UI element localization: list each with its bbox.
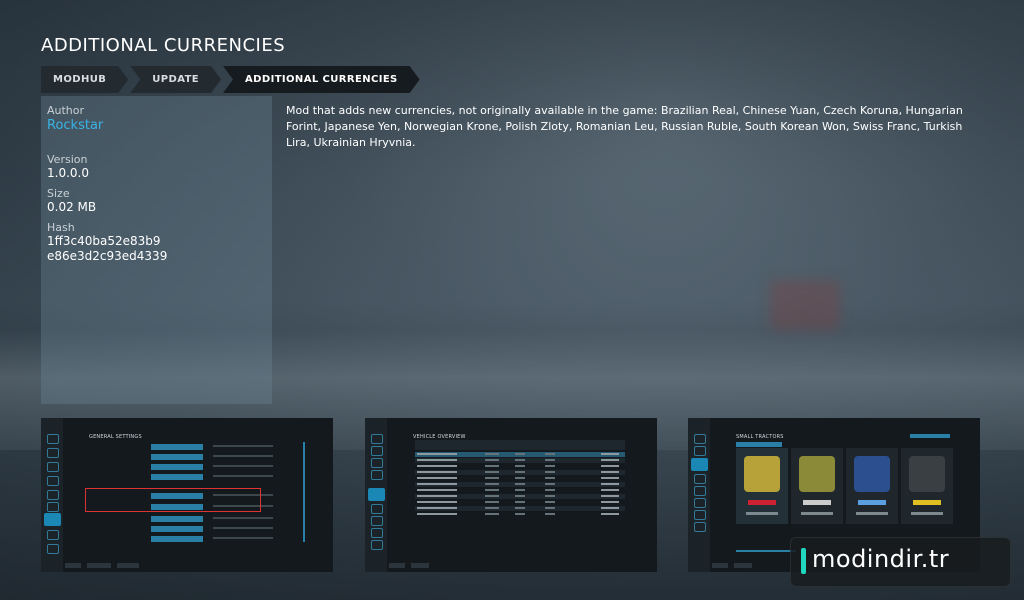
thumb-vehicle-icon [368,488,385,501]
thumb-menu-icon [47,530,59,540]
thumb-table-row [415,512,625,517]
thumb-table-row [415,500,625,505]
watermark-accent-icon [801,548,806,574]
thumb-tab-bar [736,442,782,447]
thumb-menu-icon [371,446,383,456]
thumb-table-row [415,470,625,475]
thumb-table-row [415,476,625,481]
thumb-menu-icon [371,458,383,468]
watermark-text: modindir.tr [812,545,950,573]
thumb-footer-button [411,563,429,568]
thumb-footer-button [87,563,111,568]
thumb-title: GENERAL SETTINGS [89,434,142,440]
thumb-setting-row [89,444,309,450]
thumb-highlight-box [85,488,261,512]
thumb-footer-button [117,563,139,568]
thumb-menu-icon [694,510,706,520]
breadcrumb-modhub[interactable]: MODHUB [41,66,128,93]
thumb-setting-row [89,536,309,542]
author-link[interactable]: Rockstar [47,118,103,133]
thumb-footer-button [389,563,405,568]
thumb-menu-icon [371,470,383,480]
thumb-table-row [415,482,625,487]
thumb-sidebar [365,418,387,572]
screenshot-thumbnail-1[interactable]: GENERAL SETTINGS [41,418,333,572]
version-label: Version [47,153,88,166]
thumb-menu-icon [371,540,383,550]
thumb-table-row [415,494,625,499]
version-value: 1.0.0.0 [47,166,89,180]
mod-info-panel: Author Rockstar Version 1.0.0.0 Size 0.0… [41,96,272,404]
thumb-menu-icon [47,434,59,444]
thumb-setting-row [89,454,309,460]
thumb-menu-icon [47,448,59,458]
background-barn [770,280,840,330]
breadcrumb-update[interactable]: UPDATE [130,66,221,93]
thumb-vehicle-card [846,448,898,524]
thumb-setting-row [89,526,309,532]
thumb-vehicle-card [736,448,788,524]
thumb-menu-icon [694,446,706,456]
breadcrumb-current: ADDITIONAL CURRENCIES [223,66,420,93]
thumb-menu-icon [694,486,706,496]
thumb-menu-icon [371,516,383,526]
thumb-sidebar [688,418,710,572]
size-label: Size [47,187,70,200]
thumb-vehicle-card [791,448,843,524]
thumb-menu-icon [371,528,383,538]
thumb-menu-icon [694,498,706,508]
thumb-menu-icon [371,434,383,444]
screenshot-thumbnail-2[interactable]: VEHICLE OVERVIEW [365,418,657,572]
thumb-setting-row [89,516,309,522]
thumb-balance [910,434,950,438]
thumb-scrollbar [303,442,305,542]
thumb-menu-icon [694,474,706,484]
thumb-table-row [415,506,625,511]
thumb-table-header [415,440,625,450]
thumb-setting-row [89,464,309,470]
thumb-footer-button [734,563,752,568]
thumb-table-row [415,458,625,463]
author-label: Author [47,104,85,117]
thumb-menu-icon [694,434,706,444]
mod-description: Mod that adds new currencies, not origin… [286,104,963,149]
thumb-menu-icon [47,462,59,472]
thumb-settings-icon [44,513,61,526]
thumb-menu-icon [371,504,383,514]
thumb-sidebar [41,418,63,572]
page-title: ADDITIONAL CURRENCIES [41,35,286,56]
thumb-table-row [415,488,625,493]
thumb-menu-icon [47,476,59,486]
breadcrumb: MODHUB UPDATE ADDITIONAL CURRENCIES [41,66,422,93]
thumb-menu-icon [47,544,59,554]
thumb-setting-row [89,474,309,480]
thumb-tractor-icon [691,458,708,471]
thumb-vehicle-card [901,448,953,524]
hash-value-line1: 1ff3c40ba52e83b9 [47,234,161,248]
thumb-table-row [415,464,625,469]
thumb-title: SMALL TRACTORS [736,434,784,440]
thumb-footer-button [65,563,81,568]
thumb-progress [736,550,796,552]
size-value: 0.02 MB [47,200,97,214]
thumb-table-row [415,452,625,457]
hash-value-line2: e86e3d2c93ed4339 [47,249,168,263]
thumb-menu-icon [47,502,59,512]
thumb-menu-icon [694,522,706,532]
thumb-menu-icon [47,490,59,500]
thumb-footer-button [712,563,728,568]
hash-label: Hash [47,221,75,234]
